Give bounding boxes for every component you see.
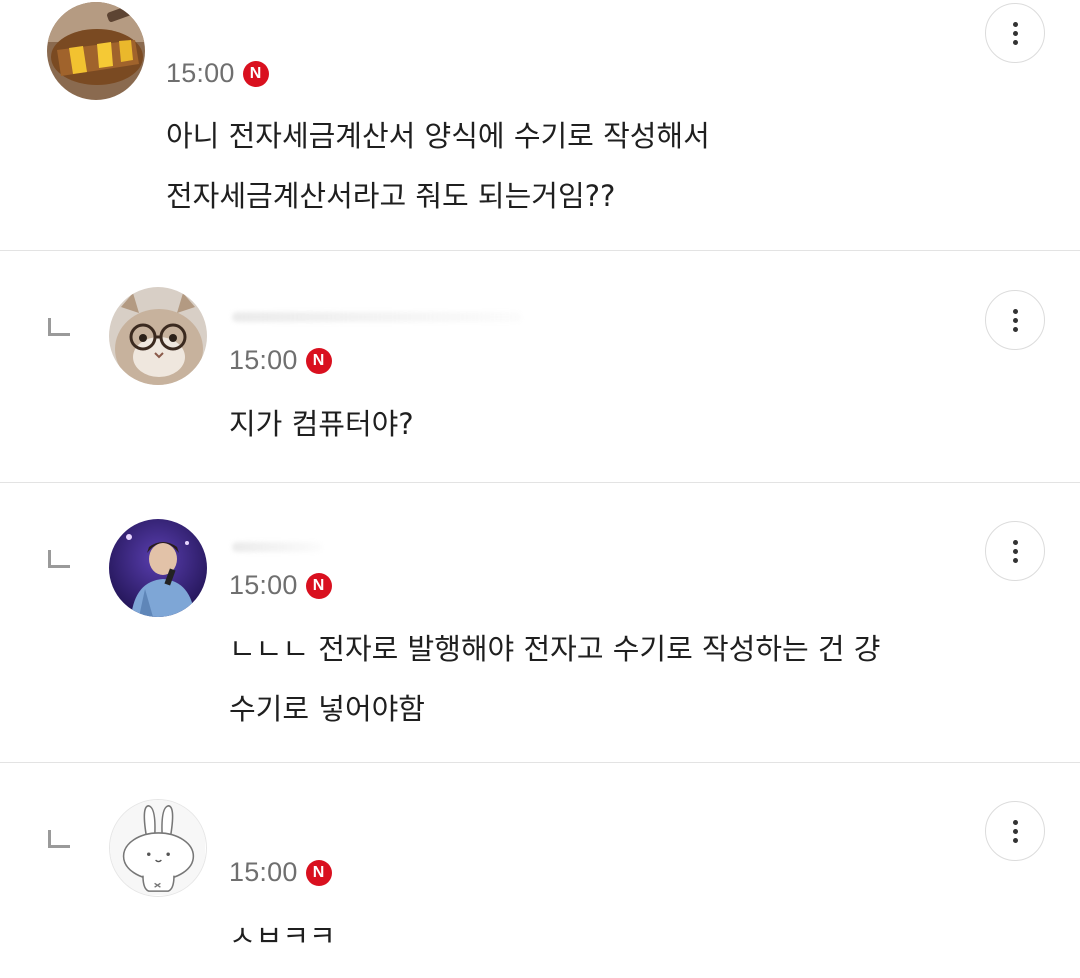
comment-text-line: 아니 전자세금계산서 양식에 수기로 작성해서 [166,119,710,153]
divider [0,250,1080,251]
comment-time: 15:00 [166,58,235,88]
divider [0,482,1080,483]
comment-meta: 15:00 N [166,58,269,89]
food-photo-avatar-icon [47,2,145,100]
more-dots-icon [1012,21,1018,27]
more-dots-icon [1012,308,1018,314]
more-options-button[interactable] [985,801,1045,861]
comment-text: 아니 전자세금계산서 양식에 수기로 작성해서 전자세금계산서라고 줘도 되는거… [166,106,710,226]
comment-time: 15:00 [229,570,298,600]
more-options-button[interactable] [985,290,1045,350]
more-dots-icon [1012,819,1018,825]
avatar[interactable] [109,519,207,617]
divider [0,762,1080,763]
avatar[interactable] [109,287,207,385]
comment-time: 15:00 [229,857,298,887]
reply-indicator-icon [48,550,70,568]
comment-text-line: ㄴㄴㄴ 전자로 발행해야 전자고 수기로 작성하는 건 걍 [229,632,881,666]
comment-text-line: 지가 컴퓨터야? [229,407,414,441]
author-name[interactable] [232,542,322,552]
comment-meta: 15:00 N [229,570,332,601]
new-badge-icon: N [242,60,269,87]
new-badge-icon: N [305,572,332,599]
singer-on-stage-avatar-icon [109,519,207,617]
avatar[interactable] [47,2,145,100]
reply-indicator-icon [48,830,70,848]
more-dots-icon [1012,539,1018,545]
avatar[interactable] [109,799,207,897]
more-options-button[interactable] [985,521,1045,581]
reply-indicator-icon [48,318,70,336]
more-options-button[interactable] [985,3,1045,63]
comment-text: ㄴㄴㄴ 전자로 발행해야 전자고 수기로 작성하는 건 걍 수기로 넣어야함 [229,619,881,739]
cat-with-glasses-avatar-icon [109,287,207,385]
comment-text: 지가 컴퓨터야? [229,394,414,454]
comment-time: 15:00 [229,345,298,375]
new-badge-icon: N [305,347,332,374]
comment-text-line: 전자세금계산서라고 줘도 되는거임?? [166,179,616,213]
comment-text-line: 수기로 넣어야함 [229,692,425,726]
bunny-drawing-avatar-icon [110,800,205,895]
viewport-edge [0,948,1080,978]
author-name[interactable] [232,312,522,322]
comment-meta: 15:00 N [229,857,332,888]
new-badge-icon: N [305,859,332,886]
comment-meta: 15:00 N [229,345,332,376]
